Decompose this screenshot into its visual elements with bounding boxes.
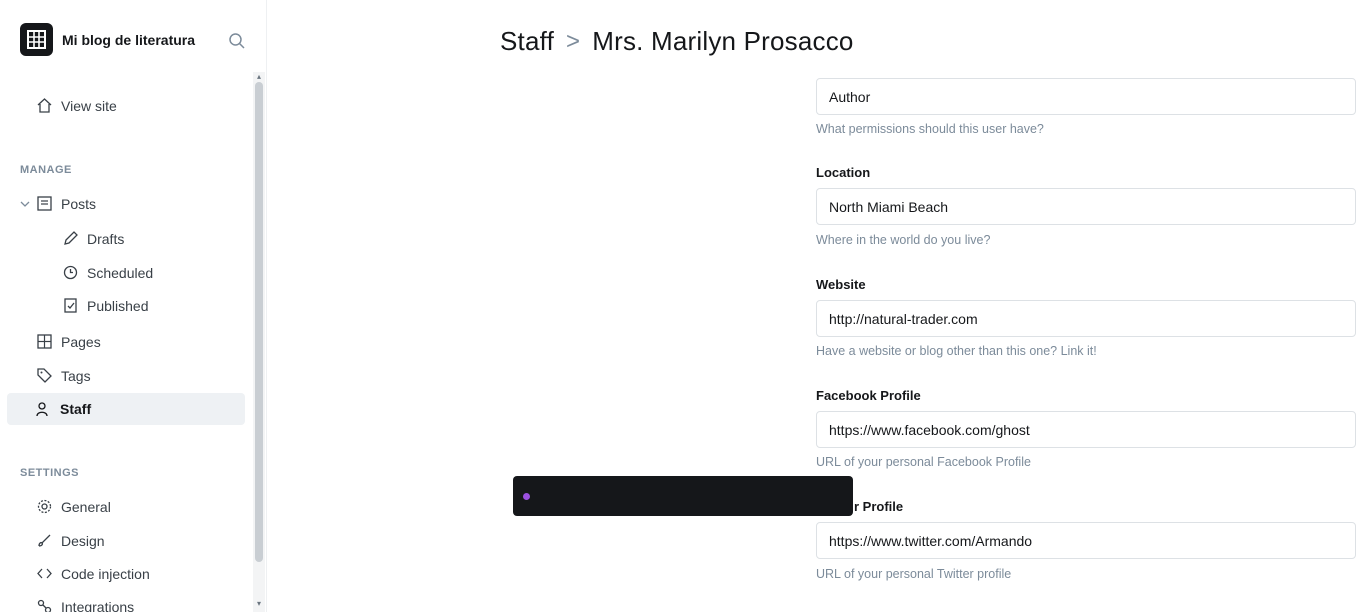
facebook-label: Facebook Profile	[816, 388, 921, 403]
topbar: Staff > Mrs. Marilyn Prosacco	[267, 0, 1366, 84]
sidebar-item-posts[interactable]: Posts	[36, 195, 96, 212]
twitter-field[interactable]	[816, 522, 1356, 559]
website-field[interactable]	[816, 300, 1356, 337]
sidebar-scrollbar[interactable]: ▴ ▾	[253, 72, 265, 612]
posts-icon	[37, 196, 52, 211]
sidebar-item-label: General	[61, 498, 111, 515]
sidebar-item-label: Posts	[61, 195, 97, 212]
sidebar-item-label: Design	[61, 532, 105, 549]
sidebar-item-label: Tags	[61, 367, 91, 384]
breadcrumb-separator: >	[566, 27, 581, 55]
gear-icon	[37, 499, 52, 514]
sidebar-item-drafts[interactable]: Drafts	[62, 230, 124, 247]
sidebar-item-staff[interactable]: Staff	[7, 393, 245, 425]
sidebar-item-pages[interactable]: Pages	[36, 333, 101, 350]
pages-icon	[37, 334, 52, 349]
brand[interactable]: Mi blog de literatura	[20, 23, 195, 56]
sidebar-item-integrations[interactable]: Integrations	[36, 598, 134, 612]
sidebar-item-label: Code injection	[61, 565, 150, 582]
published-icon	[64, 298, 77, 313]
code-icon	[37, 568, 52, 579]
notification-toast[interactable]	[513, 476, 853, 516]
integrations-icon	[37, 599, 52, 612]
sidebar-item-label: Pages	[61, 333, 101, 350]
home-icon	[37, 98, 52, 113]
website-label: Website	[816, 277, 866, 292]
scroll-down-icon[interactable]: ▾	[255, 600, 263, 608]
scroll-up-icon[interactable]: ▴	[255, 73, 263, 81]
sidebar-item-label: Scheduled	[87, 264, 154, 281]
sidebar-item-published[interactable]: Published	[62, 297, 149, 314]
settings-section-label: SETTINGS	[20, 467, 80, 479]
twitter-hint: URL of your personal Twitter profile	[816, 567, 1012, 581]
status-dot-icon	[523, 492, 530, 500]
sidebar-item-view-site[interactable]: View site	[36, 97, 117, 114]
role-select[interactable]	[816, 78, 1356, 115]
sidebar-item-label: View site	[61, 97, 117, 114]
sidebar-item-general[interactable]: General	[36, 498, 111, 515]
facebook-field[interactable]	[816, 411, 1356, 448]
scroll-thumb[interactable]	[255, 82, 263, 562]
sidebar-item-code-injection[interactable]: Code injection	[36, 565, 150, 582]
manage-section-label: MANAGE	[20, 164, 72, 176]
breadcrumb: Staff > Mrs. Marilyn Prosacco	[500, 26, 854, 57]
sidebar-item-design[interactable]: Design	[36, 532, 105, 549]
search-icon[interactable]	[228, 32, 246, 50]
location-label: Location	[816, 165, 871, 180]
location-hint: Where in the world do you live?	[816, 233, 991, 247]
role-hint: What permissions should this user have?	[816, 122, 1044, 136]
sidebar-item-scheduled[interactable]: Scheduled	[62, 264, 153, 281]
breadcrumb-staff-link[interactable]: Staff	[500, 26, 554, 57]
sidebar-item-label: Staff	[60, 401, 92, 417]
sidebar: Mi blog de literatura View site MANAGE P…	[0, 0, 267, 612]
twitter-label: r Profile	[854, 499, 904, 514]
page-title: Mrs. Marilyn Prosacco	[592, 26, 854, 56]
pencil-icon	[64, 231, 78, 245]
staff-icon	[36, 401, 48, 416]
sidebar-item-tags[interactable]: Tags	[36, 367, 91, 384]
profile-panel	[500, 84, 805, 612]
sidebar-item-label: Integrations	[61, 598, 135, 612]
chevron-down-icon[interactable]	[19, 198, 31, 210]
site-logo	[20, 23, 53, 56]
website-hint: Have a website or blog other than this o…	[816, 344, 1097, 358]
grid-logo-icon	[27, 30, 46, 49]
clock-icon	[63, 265, 78, 280]
location-field[interactable]	[816, 188, 1356, 225]
tag-icon	[37, 368, 52, 383]
sidebar-item-label: Drafts	[87, 230, 125, 247]
brush-icon	[38, 534, 51, 547]
facebook-hint: URL of your personal Facebook Profile	[816, 455, 1031, 469]
sidebar-item-label: Published	[87, 297, 149, 314]
brand-name: Mi blog de literatura	[62, 31, 196, 48]
